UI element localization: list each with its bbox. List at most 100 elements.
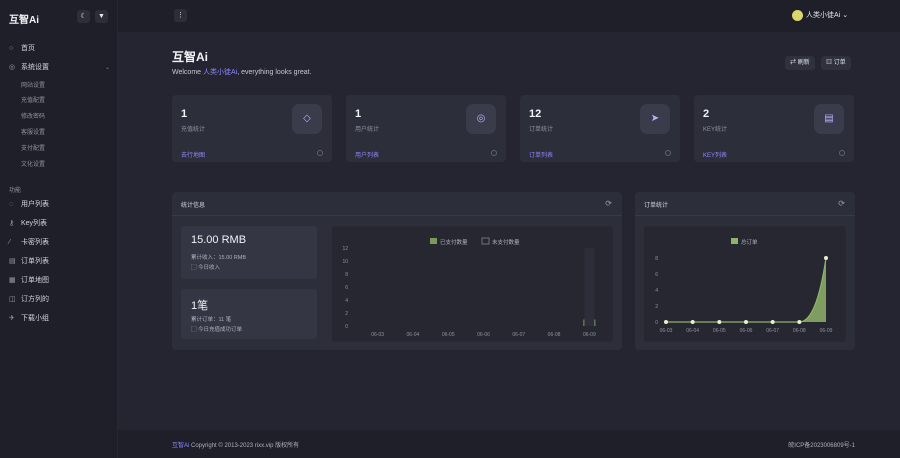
user-circle-icon: ◎	[466, 104, 496, 134]
x-tick-label: 06-07	[512, 332, 525, 338]
x-tick-label: 06-04	[407, 332, 420, 338]
area-fill	[666, 258, 826, 322]
subnav-item[interactable]: 支付配置	[21, 144, 45, 154]
x-tick-label: 06-08	[793, 328, 806, 334]
panel-title: 统计信息	[181, 203, 206, 209]
nav-label: 用户列表	[21, 201, 49, 208]
nav-system-settings[interactable]: ◎ 系统设置 ⌄	[0, 61, 118, 75]
card-link[interactable]: 订单列表	[529, 150, 553, 159]
refresh-icon[interactable]: ⟳	[838, 199, 845, 208]
user-menu[interactable]: 人类小徒Ai ⌄	[792, 9, 848, 23]
subnav-item[interactable]: 网站设置	[21, 81, 45, 91]
welcome-user[interactable]: 人类小徒Ai	[203, 69, 237, 76]
y-tick-label: 6	[655, 272, 658, 278]
menu-toggle-button[interactable]: ⋮	[174, 9, 187, 22]
data-point	[664, 320, 668, 324]
bar	[584, 248, 595, 326]
orders-button[interactable]: ▥ 订单	[821, 56, 851, 70]
nav-home[interactable]: ○ 首页	[0, 42, 118, 56]
card-label: 用户统计	[355, 127, 380, 133]
nav-label: 订单列表	[21, 258, 49, 265]
theme-toggle-button[interactable]: ☾	[77, 10, 90, 23]
subnav-item[interactable]: 客服设置	[21, 128, 45, 138]
orders-panel: 订单统计 ⟳ 总订单 0 2 4 6 8 06-03 06-04 06-05 06-06 06-07…	[635, 192, 855, 350]
subnav-item[interactable]: 充值配置	[21, 96, 45, 106]
card-link[interactable]: 用户列表	[355, 150, 379, 159]
nav-download[interactable]: ✈ 下载小组	[0, 312, 118, 326]
nav-order-list[interactable]: ▤ 订单列表	[0, 255, 118, 269]
brand-logo: 互智Ai	[9, 15, 39, 26]
panel-header	[172, 192, 622, 216]
circle-icon	[491, 150, 497, 156]
circle-icon	[317, 150, 323, 156]
icp-number[interactable]: 皖ICP备2023006809号-1	[788, 440, 855, 449]
stat-box-income: 15.00 RMB 累计收入：15.00 RMB ▢ 今日收入	[181, 226, 317, 279]
diamond-icon: ◇	[292, 104, 322, 134]
bar-chart: 已支付数量 未支付数量 0 2 4 6 8 10 12 06-03 06-04 06-05 06-06 0…	[342, 237, 596, 338]
legend-swatch	[481, 237, 490, 245]
nav-key-list[interactable]: ⚷ Key列表	[0, 217, 118, 231]
nav-user-list[interactable]: ◌ 用户列表	[0, 198, 118, 212]
refresh-button[interactable]: ⇄ 刷新	[785, 56, 815, 70]
sidebar: 互智Ai ☾ ▼ ○ 首页 ◎ 系统设置 ⌄ 网站设置 充值配置 修改密码 客服设置 …	[0, 0, 118, 458]
avatar	[792, 9, 803, 21]
subnav-item[interactable]: 修改密码	[21, 112, 45, 122]
card-number: 12	[529, 108, 542, 120]
x-tick-label: 06-03	[660, 328, 673, 334]
x-tick-label: 06-08	[548, 332, 561, 338]
legend-swatch	[430, 238, 437, 244]
y-tick-label: 8	[655, 256, 658, 262]
checkbox-icon: ▢	[191, 265, 197, 271]
data-point	[797, 320, 802, 324]
stat-value: 1笔	[191, 300, 209, 312]
legend-swatch	[731, 238, 738, 244]
card-number: 1	[355, 108, 362, 120]
stat-line: 累计订单：11 笔	[191, 317, 232, 323]
y-tick-label: 4	[345, 298, 348, 304]
orders-label: 订单	[833, 60, 846, 66]
area-chart: 总订单 0 2 4 6 8 06-03 06-04 06-05 06-06 06-07 06-08 06…	[655, 238, 833, 334]
stat-value: 15.00 RMB	[191, 234, 247, 246]
card-icon: ⁄	[9, 239, 11, 246]
subnav-item[interactable]: 文化设置	[21, 160, 45, 170]
stat-line: 累计收入：15.00 RMB	[191, 255, 247, 261]
y-tick-label: 2	[655, 304, 658, 310]
card-label: 充值统计	[181, 127, 206, 133]
user-icon: ◌	[9, 201, 14, 208]
nav-order-map[interactable]: ▦ 订单地图	[0, 274, 118, 288]
y-tick-label: 12	[342, 246, 348, 252]
plane-icon: ✈	[9, 315, 15, 322]
stat-card-orders: 12 订单统计 ➤ 订单列表	[520, 95, 680, 162]
stat-card-recharge: 1 充值统计 ◇ 去行地图	[172, 95, 332, 162]
data-point	[824, 256, 828, 260]
card-number: 1	[181, 108, 188, 120]
copyright: 互智Ai Copyright © 2013-2023 rixx.vip 版权所有	[172, 440, 299, 449]
refresh-label: 刷新	[797, 60, 810, 66]
legend-label: 未支付数量	[492, 238, 520, 246]
welcome-post: , everything looks great.	[237, 69, 312, 76]
circle-icon	[665, 150, 671, 156]
bar-chart-area: 已支付数量 未支付数量 0 2 4 6 8 10 12 06-03 06-04 06-05 06-06 0…	[332, 226, 613, 342]
card-label: KEY统计	[703, 127, 728, 133]
pin-button[interactable]: ▼	[95, 10, 108, 23]
footer-brand-link[interactable]: 互智Ai	[172, 443, 189, 449]
nav-item[interactable]: ◫ 订方列的	[0, 293, 118, 307]
data-point	[690, 320, 695, 324]
map-icon: ▦	[9, 277, 16, 284]
stat-line-text: 今日充值成功订单	[198, 327, 243, 333]
legend-label: 已支付数量	[440, 238, 468, 246]
refresh-icon: ⇄	[790, 60, 797, 66]
chevron-down-icon: ⌄	[104, 65, 110, 71]
top-bar	[118, 0, 900, 32]
card-link[interactable]: KEY列表	[703, 150, 727, 159]
x-tick-label: 06-05	[713, 328, 726, 334]
data-point	[717, 320, 722, 324]
y-tick-label: 0	[655, 320, 658, 326]
series-line	[666, 257, 827, 323]
nav-card-list[interactable]: ⁄ 卡密列表	[0, 236, 118, 250]
card-link[interactable]: 去行地图	[181, 150, 205, 159]
refresh-icon[interactable]: ⟳	[605, 199, 612, 208]
x-tick-label: 06-09	[583, 332, 596, 338]
page-title: 互智Ai	[172, 50, 209, 64]
panel-title: 订单统计	[644, 203, 669, 209]
